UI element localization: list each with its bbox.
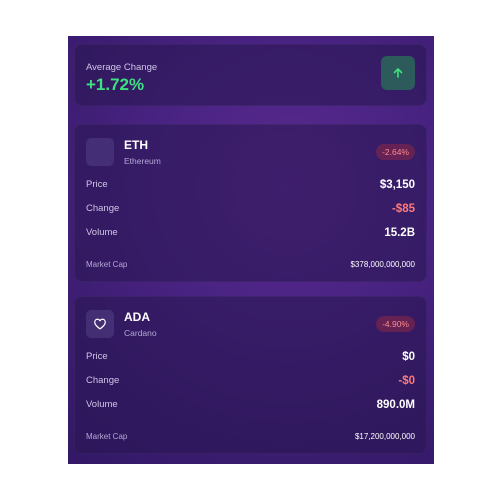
- change-value: -$0: [398, 375, 415, 387]
- price-label: Price: [86, 179, 108, 190]
- market-cap-value: $17,200,000,000: [354, 432, 415, 441]
- coin-icon-placeholder: [86, 138, 114, 166]
- heart-icon[interactable]: [93, 317, 107, 331]
- crypto-panel: Average Change +1.72% ETH Ethereum -2.64…: [68, 36, 434, 464]
- market-cap-value: $378,000,000,000: [350, 260, 415, 269]
- volume-label: Volume: [86, 399, 118, 410]
- change-badge: -2.64%: [376, 144, 415, 160]
- volume-value: 890.0M: [376, 399, 415, 411]
- price-value: $0: [402, 351, 415, 363]
- change-label: Change: [86, 375, 120, 386]
- coin-icon-frame: [86, 310, 114, 338]
- volume-value: 15.2B: [384, 227, 415, 239]
- average-change-label: Average Change: [86, 62, 158, 73]
- market-cap-label: Market Cap: [86, 432, 128, 441]
- coin-card-eth[interactable]: ETH Ethereum -2.64% Price $3,150 Change …: [74, 124, 427, 282]
- coin-name: Cardano: [124, 328, 157, 338]
- price-value: $3,150: [379, 179, 415, 191]
- coin-symbol: ADA: [124, 310, 150, 324]
- price-label: Price: [86, 351, 108, 362]
- trend-up-button[interactable]: [381, 56, 415, 90]
- arrow-up-icon: [393, 68, 403, 78]
- change-label: Change: [86, 203, 120, 214]
- change-value: -$85: [391, 203, 415, 215]
- coin-name: Ethereum: [124, 156, 161, 166]
- change-badge: -4.90%: [376, 316, 415, 332]
- average-change-card: Average Change +1.72%: [74, 44, 427, 106]
- market-cap-label: Market Cap: [86, 260, 128, 269]
- coin-symbol: ETH: [124, 138, 148, 152]
- average-change-value: +1.72%: [86, 75, 145, 94]
- volume-label: Volume: [86, 227, 118, 238]
- coin-card-ada[interactable]: ADA Cardano -4.90% Price $0 Change -$0 V…: [74, 296, 427, 454]
